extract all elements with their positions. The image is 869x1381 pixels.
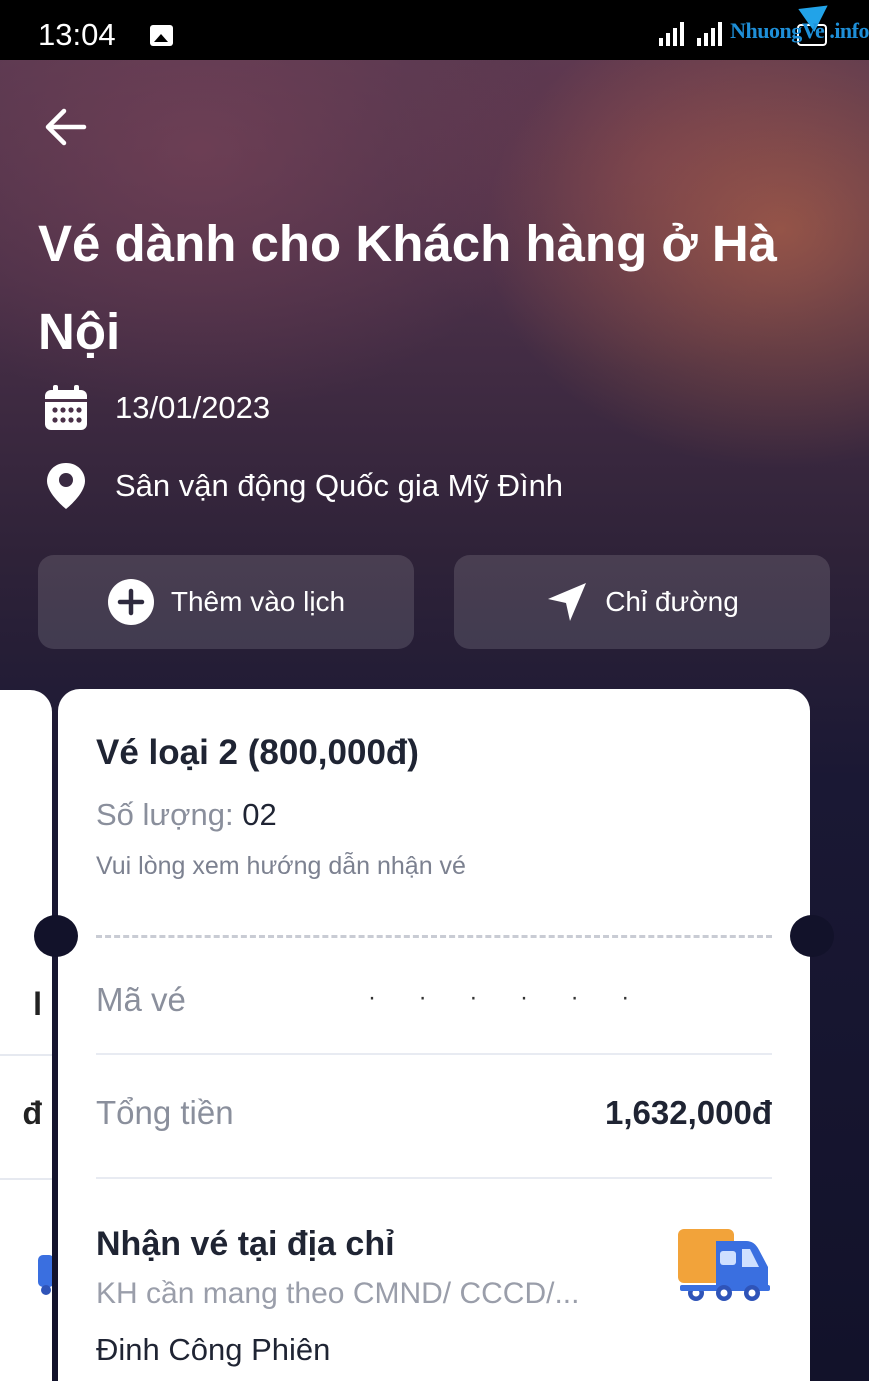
event-venue-row: Sân vận động Quốc gia Mỹ Đình [40, 460, 563, 512]
quantity-label: Số lượng: [96, 797, 243, 832]
signal-icon [659, 20, 684, 46]
ticket-perforation [96, 935, 772, 938]
pickup-title: Nhận vé tại địa chỉ [96, 1225, 395, 1263]
truck-icon-partial [38, 1255, 52, 1295]
previous-ticket-card[interactable]: l đ [0, 690, 52, 1381]
ticket-code-label: Mã vé [96, 981, 186, 1018]
image-notification-icon [150, 25, 173, 46]
divider [0, 1054, 52, 1056]
divider [96, 1053, 772, 1055]
add-to-calendar-button[interactable]: Thêm vào lịch [38, 555, 414, 649]
event-venue: Sân vận động Quốc gia Mỹ Đình [115, 468, 564, 503]
ticket-quantity: Số lượng: 02 [96, 797, 277, 833]
plus-circle-icon [107, 578, 155, 626]
ticket-notch-right [790, 915, 834, 957]
ticket-card: Vé loại 2 (800,000đ) Số lượng: 02 Vui lò… [34, 689, 834, 1381]
page-title: Vé dành cho Khách hàng ở Hà Nội [38, 215, 778, 360]
watermark-text: NhuongVe .info [730, 18, 869, 43]
location-pin-icon [40, 460, 92, 512]
event-date: 13/01/2023 [115, 390, 271, 425]
status-indicators: NhuongVe .info [649, 0, 869, 60]
previous-card-fragment: l [33, 986, 42, 1022]
divider [96, 1177, 772, 1179]
directions-button[interactable]: Chỉ đường [454, 555, 830, 649]
navigation-arrow-icon [545, 580, 589, 624]
pickup-guide-link[interactable]: Vui lòng xem hướng dẫn nhận vé [96, 852, 466, 881]
truck-icon [678, 1229, 770, 1301]
status-time: 13:04 [38, 17, 116, 52]
calendar-icon [40, 382, 92, 434]
divider [0, 1178, 52, 1180]
directions-label: Chỉ đường [605, 586, 739, 617]
total-label: Tổng tiền [96, 1094, 234, 1131]
arrow-left-icon [45, 108, 87, 146]
back-button[interactable] [40, 103, 92, 151]
pickup-note: KH cần mang theo CMND/ CCCD/... [96, 1277, 580, 1310]
recipient-name: Đinh Công Phiên [96, 1332, 331, 1367]
ticket-notch-left [34, 915, 78, 957]
quantity-value: 02 [242, 797, 277, 832]
ticket-code-value: · · · · · · [368, 984, 648, 1011]
add-to-calendar-label: Thêm vào lịch [170, 586, 346, 617]
total-value: 1,632,000đ [605, 1094, 772, 1131]
ticket-type: Vé loại 2 (800,000đ) [96, 733, 419, 772]
event-date-row: 13/01/2023 [40, 382, 270, 434]
signal-icon-2 [697, 20, 722, 46]
status-bar: 13:04 NhuongVe .info [0, 0, 869, 60]
previous-card-fragment: đ [22, 1095, 42, 1131]
